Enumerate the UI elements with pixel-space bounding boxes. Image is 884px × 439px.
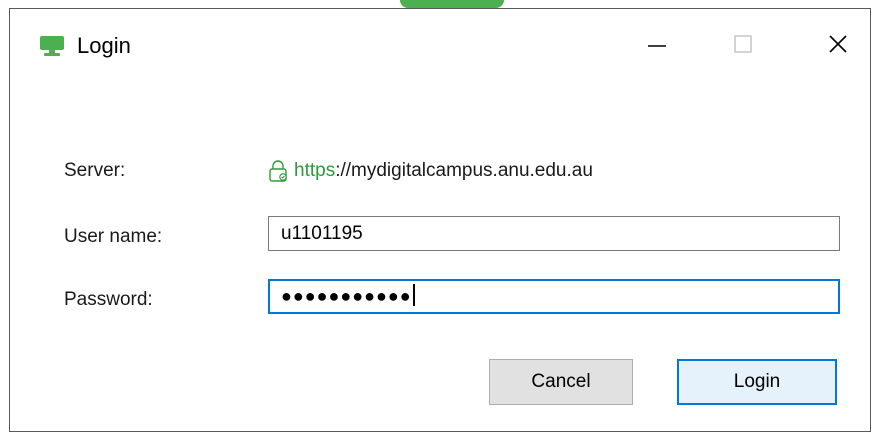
maximize-icon — [733, 34, 753, 59]
username-label: User name: — [64, 226, 163, 247]
cancel-button-label: Cancel — [531, 371, 591, 392]
login-button[interactable]: Login — [677, 359, 837, 405]
window-title: Login — [77, 33, 131, 58]
login-dialog: Login Server: https://mydigitalcampus.a… — [9, 8, 871, 432]
background-window-tab — [400, 0, 504, 8]
password-label: Password: — [64, 289, 153, 310]
server-label: Server: — [64, 160, 126, 181]
monitor-app-icon — [39, 35, 65, 62]
text-caret — [412, 283, 415, 306]
username-value: u1101195 — [281, 223, 363, 244]
server-url-host: ://mydigitalcampus.anu.edu.au — [335, 160, 593, 181]
minimize-icon — [647, 34, 667, 59]
server-url-scheme: https — [294, 160, 336, 181]
cancel-button[interactable]: Cancel — [489, 359, 633, 405]
password-input[interactable]: ●●●●●●●●●●● — [268, 279, 840, 314]
secure-lock-icon — [268, 160, 288, 182]
login-button-label: Login — [733, 371, 781, 392]
close-button[interactable] — [815, 27, 861, 65]
close-icon — [828, 34, 848, 59]
maximize-button[interactable] — [720, 27, 766, 65]
minimize-button[interactable] — [634, 27, 680, 65]
password-mask: ●●●●●●●●●●● — [281, 286, 412, 306]
username-input[interactable]: u1101195 — [268, 216, 840, 251]
title-bar[interactable]: Login — [10, 9, 870, 81]
server-url: https://mydigitalcampus.anu.edu.au — [268, 159, 593, 183]
